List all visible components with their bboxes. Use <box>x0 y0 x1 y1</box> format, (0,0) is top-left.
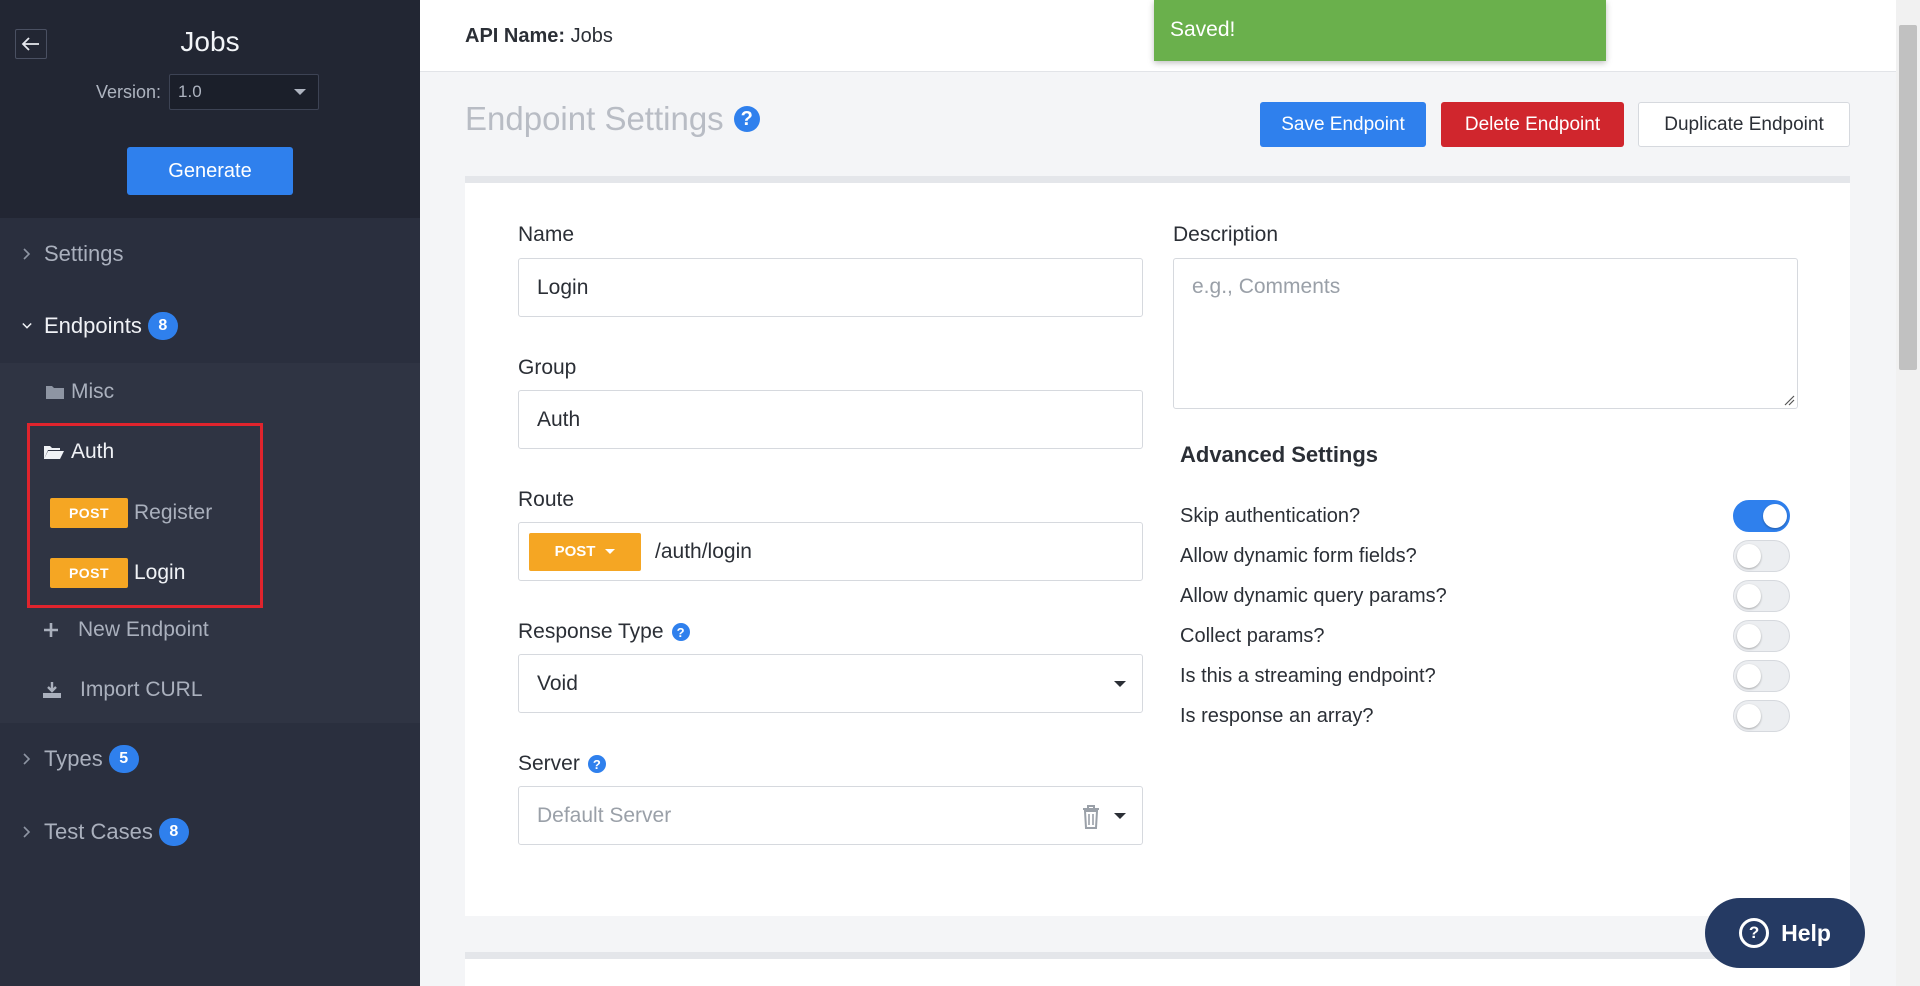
sidebar-item-settings[interactable]: Settings <box>0 218 420 290</box>
server-select[interactable]: Default Server <box>518 786 1143 845</box>
help-icon[interactable]: ? <box>733 106 760 132</box>
scrollbar-thumb[interactable] <box>1899 25 1917 370</box>
help-button-label: Help <box>1781 919 1831 946</box>
advanced-option-row: Is this a streaming endpoint? <box>1180 659 1790 693</box>
server-label-text: Server <box>518 752 580 775</box>
chevron-down-icon <box>605 549 616 554</box>
page-heading: Endpoint Settings ? <box>465 100 760 138</box>
delete-endpoint-button[interactable]: Delete Endpoint <box>1441 102 1624 147</box>
advanced-option-label: Allow dynamic form fields? <box>1180 544 1417 567</box>
sidebar-item-label: Types <box>44 746 103 771</box>
route-field: POST /auth/login <box>518 522 1143 581</box>
advanced-option-toggle[interactable] <box>1733 660 1790 692</box>
import-curl-button[interactable]: Import CURL <box>42 678 203 702</box>
description-placeholder: e.g., Comments <box>1192 275 1341 298</box>
advanced-settings-title: Advanced Settings <box>1180 442 1379 467</box>
download-icon <box>43 682 61 698</box>
chevron-down-icon <box>20 320 34 332</box>
advanced-option-row: Allow dynamic query params? <box>1180 579 1790 613</box>
version-row: Version: 1.0 <box>96 74 320 110</box>
server-label: Server ? <box>518 752 606 776</box>
chevron-right-icon <box>20 248 34 260</box>
advanced-option-row: Is response an array? <box>1180 699 1790 733</box>
group-field[interactable]: Auth <box>518 390 1143 449</box>
types-count-badge: 5 <box>108 745 139 773</box>
chevron-right-icon <box>20 826 34 838</box>
duplicate-endpoint-button[interactable]: Duplicate Endpoint <box>1638 102 1850 147</box>
route-method-label: POST <box>554 543 596 560</box>
endpoints-count-badge: 8 <box>147 312 178 340</box>
api-name-value: Jobs <box>570 25 613 47</box>
advanced-option-toggle[interactable] <box>1733 620 1790 652</box>
version-select[interactable]: 1.0 <box>169 74 320 110</box>
advanced-option-toggle[interactable] <box>1733 700 1790 732</box>
saved-toast: Saved! <box>1154 0 1606 61</box>
description-field[interactable]: e.g., Comments <box>1173 258 1798 409</box>
sidebar-item-types[interactable]: Types 5 <box>0 723 420 795</box>
name-label: Name <box>518 223 575 246</box>
import-curl-label: Import CURL <box>80 678 203 701</box>
response-type-value: Void <box>537 671 578 695</box>
help-icon[interactable]: ? <box>671 623 690 641</box>
page-title: Endpoint Settings <box>465 100 724 137</box>
chevron-down-icon <box>1114 681 1126 687</box>
app-title: Jobs <box>180 26 240 57</box>
chevron-down-icon <box>1114 813 1126 819</box>
plus-icon <box>44 623 58 637</box>
sidebar-item-label: Test Cases <box>44 819 153 844</box>
description-label: Description <box>1173 223 1279 246</box>
response-type-label-text: Response Type <box>518 620 664 643</box>
response-type-select[interactable]: Void <box>518 654 1143 713</box>
test-cases-count-badge: 8 <box>158 818 189 846</box>
group-label: Misc <box>71 380 115 403</box>
advanced-option-toggle[interactable] <box>1733 540 1790 572</box>
route-path-input[interactable]: /auth/login <box>655 540 752 564</box>
advanced-option-row: Skip authentication? <box>1180 499 1790 533</box>
new-endpoint-label: New Endpoint <box>78 618 209 641</box>
folder-icon <box>46 386 64 399</box>
advanced-option-label: Collect params? <box>1180 624 1325 647</box>
sidebar-item-test-cases[interactable]: Test Cases 8 <box>0 796 420 868</box>
top-bar: API Name: Jobs Saved! <box>420 0 1896 72</box>
help-button[interactable]: ? Help <box>1705 898 1865 968</box>
question-icon: ? <box>1739 918 1770 948</box>
api-name: API Name: Jobs <box>465 25 613 48</box>
scrollbar[interactable] <box>1896 0 1920 986</box>
sidebar-item-endpoints[interactable]: Endpoints 8 <box>0 290 420 362</box>
route-label: Route <box>518 488 575 511</box>
trash-icon[interactable] <box>1080 804 1102 830</box>
secondary-card <box>465 952 1850 986</box>
highlight-box <box>27 423 263 608</box>
advanced-option-label: Skip authentication? <box>1180 504 1361 527</box>
chevron-right-icon <box>20 753 34 765</box>
advanced-option-row: Allow dynamic form fields? <box>1180 539 1790 573</box>
name-field[interactable]: Login <box>518 258 1143 317</box>
group-item-misc[interactable]: Misc <box>45 380 114 404</box>
chevron-down-icon <box>294 89 307 95</box>
server-value: Default Server <box>537 803 672 827</box>
new-endpoint-button[interactable]: New Endpoint <box>42 618 209 642</box>
resize-grip-icon[interactable] <box>1783 394 1795 406</box>
response-type-label: Response Type ? <box>518 620 690 644</box>
sidebar: Jobs Version: 1.0 Generate Settings Endp… <box>0 0 420 986</box>
advanced-option-toggle[interactable] <box>1733 500 1790 532</box>
advanced-option-label: Allow dynamic query params? <box>1180 584 1447 607</box>
version-label: Version: <box>96 81 162 102</box>
advanced-option-label: Is response an array? <box>1180 704 1374 727</box>
api-name-label: API Name: <box>465 25 566 47</box>
sidebar-header: Jobs Version: 1.0 Generate <box>0 0 420 218</box>
sidebar-item-label: Settings <box>44 241 124 266</box>
route-method-dropdown[interactable]: POST <box>529 532 641 571</box>
group-label: Group <box>518 356 577 379</box>
advanced-option-label: Is this a streaming endpoint? <box>1180 664 1436 687</box>
advanced-option-toggle[interactable] <box>1733 580 1790 612</box>
help-icon[interactable]: ? <box>587 755 606 773</box>
generate-button[interactable]: Generate <box>127 147 293 195</box>
version-value: 1.0 <box>178 82 202 101</box>
sidebar-item-label: Endpoints <box>44 313 142 338</box>
save-endpoint-button[interactable]: Save Endpoint <box>1260 102 1426 147</box>
advanced-option-row: Collect params? <box>1180 619 1790 653</box>
